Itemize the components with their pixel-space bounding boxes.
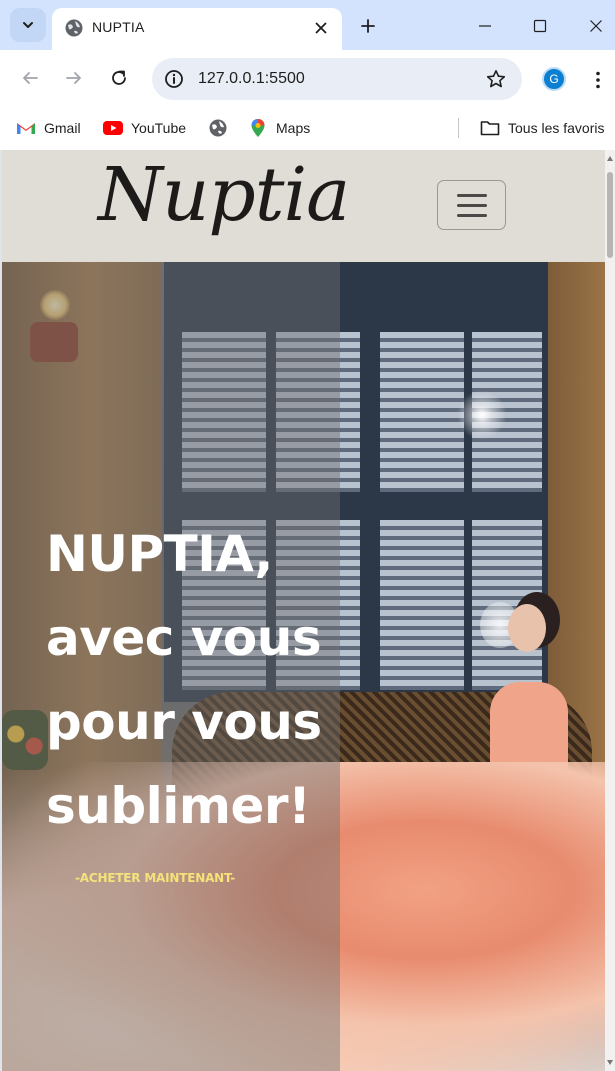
- close-tab-button[interactable]: [310, 17, 332, 39]
- bookmark-label: Gmail: [44, 120, 81, 136]
- bookmark-globe[interactable]: [208, 116, 236, 140]
- browser-menu-button[interactable]: [588, 66, 608, 94]
- forward-button[interactable]: [58, 62, 90, 94]
- maps-icon: [251, 119, 265, 137]
- hero-title: NUPTIA, avec vous pour vous sublimer!: [46, 512, 336, 848]
- hero-title-line: pour vous: [46, 693, 322, 751]
- site-logo[interactable]: Nuptia: [98, 152, 350, 238]
- scroll-up-arrow[interactable]: [607, 156, 613, 161]
- hero-title-line: NUPTIA,: [46, 525, 273, 583]
- site-info-button[interactable]: [160, 65, 188, 93]
- hamburger-bar: [456, 213, 487, 217]
- bookmark-maps[interactable]: Maps: [248, 116, 310, 140]
- browser-toolbar: 127.0.0.1:5500 G: [0, 50, 615, 106]
- back-button[interactable]: [14, 62, 46, 94]
- arrow-right-icon: [66, 72, 81, 84]
- maximize-icon: [533, 19, 547, 33]
- hero-section: NUPTIA, avec vous pour vous sublimer! -A…: [2, 262, 605, 1071]
- bookmarks-separator: [458, 118, 459, 138]
- bookmark-youtube[interactable]: YouTube: [103, 116, 186, 140]
- bookmark-star-button[interactable]: [484, 67, 508, 91]
- menu-toggle-button[interactable]: [437, 180, 506, 230]
- plus-icon: [361, 19, 375, 33]
- arrow-left-icon: [23, 72, 38, 84]
- more-vert-icon: [596, 71, 600, 89]
- star-icon: [486, 70, 506, 88]
- bookmarks-bar: Gmail YouTube Maps Tous les favoris: [0, 106, 615, 150]
- scroll-thumb[interactable]: [607, 172, 613, 258]
- globe-icon: [209, 119, 227, 137]
- bookmark-label: YouTube: [131, 120, 187, 136]
- info-icon: [165, 70, 183, 88]
- reload-button[interactable]: [103, 62, 135, 94]
- site-header: Nuptia: [2, 150, 605, 262]
- page-scrollbar[interactable]: [605, 150, 615, 1071]
- hamburger-bar: [456, 203, 487, 207]
- address-bar[interactable]: 127.0.0.1:5500: [152, 58, 522, 100]
- tab-strip: NUPTIA: [0, 0, 615, 50]
- active-tab[interactable]: NUPTIA: [52, 8, 342, 50]
- bookmark-label: Maps: [276, 120, 311, 136]
- buy-now-link[interactable]: -ACHETER MAINTENANT-: [75, 871, 235, 885]
- tab-title: NUPTIA: [92, 19, 145, 35]
- scroll-down-arrow[interactable]: [607, 1060, 613, 1065]
- folder-icon: [480, 121, 500, 136]
- all-bookmarks-button[interactable]: Tous les favoris: [480, 116, 604, 140]
- minimize-button[interactable]: [471, 12, 499, 40]
- new-tab-button[interactable]: [354, 12, 382, 40]
- bookmark-gmail[interactable]: Gmail: [16, 116, 81, 140]
- page-viewport: Nuptia NUPTIA, avec vous pour vous subli…: [2, 150, 605, 1071]
- hamburger-bar: [456, 193, 487, 197]
- tab-search-button[interactable]: [10, 8, 46, 42]
- profile-avatar[interactable]: G: [542, 67, 566, 91]
- all-bookmarks-label: Tous les favoris: [508, 120, 605, 136]
- globe-icon: [65, 19, 83, 37]
- reload-icon: [112, 70, 126, 85]
- close-icon: [315, 22, 327, 34]
- youtube-icon: [103, 121, 123, 135]
- url-text[interactable]: 127.0.0.1:5500: [198, 70, 305, 88]
- close-window-button[interactable]: [582, 12, 610, 40]
- close-icon: [590, 20, 602, 32]
- gmail-icon: [17, 123, 35, 134]
- minimize-icon: [479, 25, 491, 27]
- hero-title-line: avec vous: [46, 609, 322, 667]
- chevron-down-icon: [23, 22, 33, 28]
- maximize-button[interactable]: [526, 12, 554, 40]
- hero-title-line: sublimer!: [46, 777, 311, 835]
